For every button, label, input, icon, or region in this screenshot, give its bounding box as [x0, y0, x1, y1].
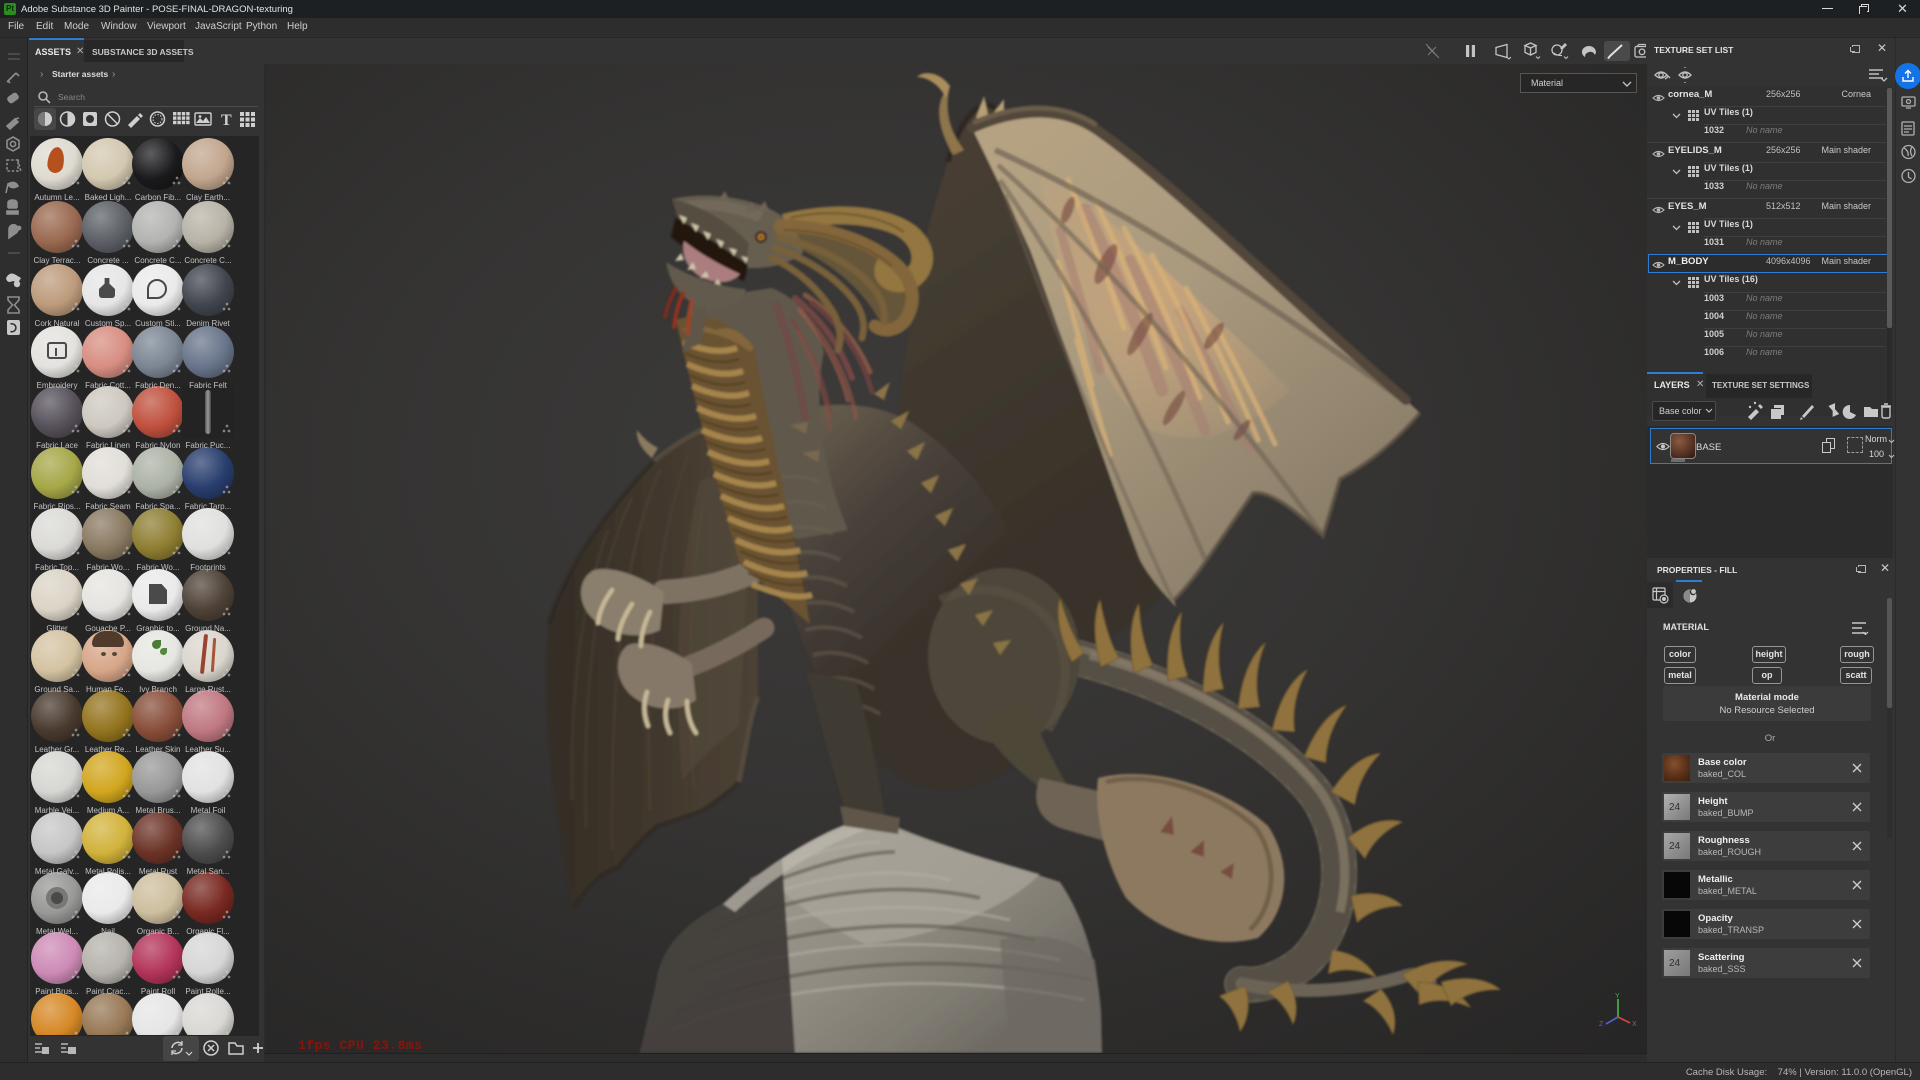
svg-text:T: T — [221, 112, 232, 128]
svg-text:Y: Y — [1615, 993, 1620, 1000]
svg-text:X: X — [1632, 1021, 1637, 1028]
svg-text:Z: Z — [1599, 1021, 1604, 1028]
